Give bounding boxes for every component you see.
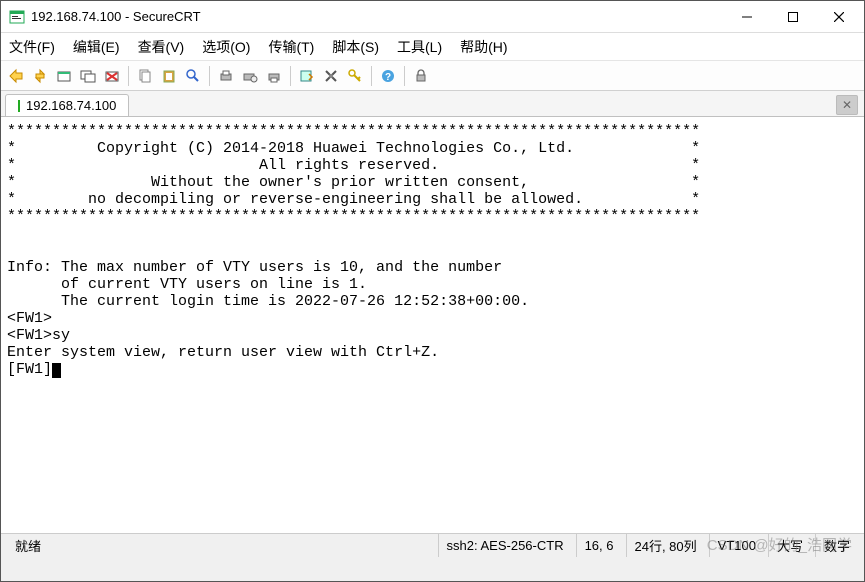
sessions-icon[interactable]	[53, 65, 75, 87]
find-icon[interactable]	[182, 65, 204, 87]
window-title: 192.168.74.100 - SecureCRT	[31, 9, 724, 24]
print-icon[interactable]	[215, 65, 237, 87]
watermark: CSDN @好的_浩同学	[707, 534, 852, 555]
menubar: 文件(F) 编辑(E) 查看(V) 选项(O) 传输(T) 脚本(S) 工具(L…	[1, 33, 864, 61]
settings-icon[interactable]	[320, 65, 342, 87]
tabbar: 192.168.74.100 ✕	[1, 91, 864, 117]
tab-label: 192.168.74.100	[26, 98, 116, 113]
svg-text:?: ?	[385, 72, 391, 83]
menu-tools[interactable]: 工具(L)	[397, 37, 442, 57]
menu-edit[interactable]: 编辑(E)	[73, 37, 120, 57]
quick-connect-icon[interactable]	[5, 65, 27, 87]
print-screen-icon[interactable]	[263, 65, 285, 87]
menu-file[interactable]: 文件(F)	[9, 37, 55, 57]
status-protocol: ssh2: AES-256-CTR	[438, 534, 572, 557]
close-button[interactable]	[816, 2, 862, 32]
separator	[371, 66, 372, 86]
print-setup-icon[interactable]	[239, 65, 261, 87]
status-indicator-icon	[18, 100, 20, 112]
cursor	[52, 363, 61, 378]
status-size: 24行, 80列	[626, 534, 705, 557]
titlebar: 192.168.74.100 - SecureCRT	[1, 1, 864, 33]
status-position: 16, 6	[576, 534, 622, 557]
paste-icon[interactable]	[158, 65, 180, 87]
separator	[209, 66, 210, 86]
menu-script[interactable]: 脚本(S)	[332, 37, 379, 57]
maximize-button[interactable]	[770, 2, 816, 32]
key-icon[interactable]	[344, 65, 366, 87]
terminal-output[interactable]: ****************************************…	[1, 117, 864, 533]
menu-help[interactable]: 帮助(H)	[460, 37, 507, 57]
reconnect-icon[interactable]	[29, 65, 51, 87]
menu-view[interactable]: 查看(V)	[138, 37, 185, 57]
log-session-icon[interactable]	[296, 65, 318, 87]
help-icon[interactable]: ?	[377, 65, 399, 87]
menu-transfer[interactable]: 传输(T)	[268, 37, 314, 57]
session-tab[interactable]: 192.168.74.100	[5, 94, 129, 116]
separator	[404, 66, 405, 86]
separator	[290, 66, 291, 86]
app-icon	[9, 9, 25, 25]
lock-icon[interactable]	[410, 65, 432, 87]
separator	[128, 66, 129, 86]
status-ready: 就绪	[7, 534, 434, 557]
close-tab-icon[interactable]: ✕	[836, 95, 858, 115]
disconnect-icon[interactable]	[101, 65, 123, 87]
minimize-button[interactable]	[724, 2, 770, 32]
copy-icon[interactable]	[134, 65, 156, 87]
menu-options[interactable]: 选项(O)	[202, 37, 250, 57]
toolbar: ?	[1, 61, 864, 91]
session-options-icon[interactable]	[77, 65, 99, 87]
